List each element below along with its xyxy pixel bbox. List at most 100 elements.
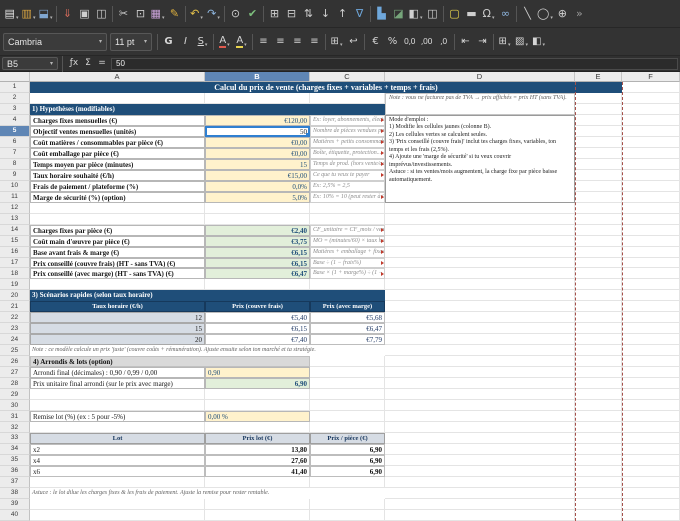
cell-D37[interactable] [385, 477, 575, 488]
row-header-4[interactable]: 4 [0, 115, 30, 126]
cell-D21[interactable] [385, 301, 575, 312]
cell-A7[interactable]: Coût emballage par pièce (€) [30, 148, 205, 159]
cell-E16[interactable] [575, 247, 622, 258]
cell-E5[interactable] [575, 126, 622, 137]
row-header-1[interactable]: 1 [0, 82, 30, 93]
cell-D19[interactable] [385, 279, 575, 290]
cell-B30[interactable] [205, 400, 310, 411]
cell-E33[interactable] [575, 433, 622, 444]
cell-D23[interactable] [385, 323, 575, 334]
cell-F11[interactable] [622, 192, 680, 203]
cell-B16[interactable]: €6,15 [205, 247, 310, 258]
cell-B31[interactable]: 0,00 % [205, 411, 310, 422]
formula-input[interactable]: 50 [111, 58, 678, 70]
column-header-B[interactable]: B [205, 72, 310, 82]
cell-F19[interactable] [622, 279, 680, 290]
sort-descending-icon[interactable]: ↑ [334, 3, 351, 25]
cell-F26[interactable] [622, 356, 680, 367]
save-icon[interactable]: ⬓▾ [37, 3, 54, 25]
function-wizard-icon[interactable]: ƒx [67, 57, 81, 70]
cell-C13[interactable] [310, 214, 385, 225]
cell-B22[interactable]: €5,40 [205, 312, 310, 323]
new-document-icon[interactable]: ▤▾ [3, 3, 20, 25]
cell-E3[interactable] [575, 104, 622, 115]
merge-cells-icon[interactable]: ⊞▾ [328, 32, 345, 52]
sort-icon[interactable]: ⇅ [300, 3, 317, 25]
cell-C30[interactable] [310, 400, 385, 411]
toolbar-overflow-icon[interactable]: » [571, 3, 588, 25]
cell-C23[interactable]: €6,47 [310, 323, 385, 334]
insert-column-icon[interactable]: ⊟ [283, 3, 300, 25]
cell-C7[interactable]: Boîte, étiquette, protection... [310, 148, 385, 159]
column-header-D[interactable]: D [385, 72, 575, 82]
row-header-5[interactable]: 5 [0, 126, 30, 137]
cell-F23[interactable] [622, 323, 680, 334]
cell-B8[interactable]: 15 [205, 159, 310, 170]
font-size-combo[interactable]: 11 pt ▾ [110, 33, 152, 51]
cell-F2[interactable] [622, 93, 680, 104]
row-header-24[interactable]: 24 [0, 334, 30, 345]
cell-A35[interactable]: x4 [30, 455, 205, 466]
insert-chart-icon[interactable]: ▙ [373, 3, 390, 25]
cell-E6[interactable] [575, 137, 622, 148]
spelling-icon[interactable]: ✔ [244, 3, 261, 25]
cell-C11[interactable]: Ex: 10% = 10 (peut rester à 0) [310, 192, 385, 203]
cell-A18[interactable]: Prix conseillé (avec marge) (HT - sans T… [30, 268, 205, 279]
cell-E17[interactable] [575, 258, 622, 269]
cell-A29[interactable] [30, 389, 205, 400]
cell-F16[interactable] [622, 247, 680, 258]
copy-icon[interactable]: ⊡ [132, 3, 149, 25]
cell-A10[interactable]: Frais de paiement / plateforme (%) [30, 181, 205, 192]
delete-decimal-icon[interactable]: ,0 [435, 32, 452, 52]
cell-C33[interactable]: Prix / pièce (€) [310, 433, 385, 444]
cell-F28[interactable] [622, 378, 680, 389]
cell-A23[interactable]: 15 [30, 323, 205, 334]
cell-B24[interactable]: €7,40 [205, 334, 310, 345]
cell-D13[interactable] [385, 214, 575, 225]
cell-F25[interactable] [622, 345, 680, 356]
cell-F3[interactable] [622, 104, 680, 115]
paste-icon[interactable]: ▦▾ [149, 3, 166, 25]
underline-icon[interactable]: S▾ [194, 32, 211, 52]
row-header-16[interactable]: 16 [0, 247, 30, 258]
cell-B40[interactable] [205, 510, 310, 521]
row-header-2[interactable]: 2 [0, 93, 30, 104]
basic-shapes-icon[interactable]: ◯▾ [536, 3, 554, 25]
cell-A17[interactable]: Prix conseillé (couvre frais) (HT - sans… [30, 258, 205, 269]
row-header-29[interactable]: 29 [0, 389, 30, 400]
cell-E4[interactable] [575, 115, 622, 126]
cell-B19[interactable] [205, 279, 310, 290]
cell-B27[interactable]: 0,90 [205, 367, 310, 378]
font-name-combo[interactable]: Cambria ▾ [3, 33, 107, 51]
row-header-20[interactable]: 20 [0, 290, 30, 301]
cell-C31[interactable] [310, 411, 385, 422]
cell-A11[interactable]: Marge de sécurité (%) (option) [30, 192, 205, 203]
insert-line-icon[interactable]: ╲ [519, 3, 536, 25]
row-header-17[interactable]: 17 [0, 258, 30, 269]
cell-D35[interactable] [385, 455, 575, 466]
cell-E15[interactable] [575, 236, 622, 247]
cell-C8[interactable]: Temps de prod. (hors vente/admin). [310, 159, 385, 170]
row-header-10[interactable]: 10 [0, 181, 30, 192]
cell-C14[interactable]: CF_unitaire = CF_mois / ventes_mois [310, 225, 385, 236]
row-header-12[interactable]: 12 [0, 203, 30, 214]
cell-A27[interactable]: Arrondi final (décimales) : 0,90 / 0,99 … [30, 367, 205, 378]
cell-B21[interactable]: Prix (couvre frais) [205, 301, 310, 312]
cell-E34[interactable] [575, 444, 622, 455]
sum-icon[interactable]: Σ [81, 57, 95, 70]
cell-E9[interactable] [575, 170, 622, 181]
cell-B17[interactable]: €6,15 [205, 258, 310, 269]
cell-C28[interactable] [310, 378, 385, 389]
cell-F29[interactable] [622, 389, 680, 400]
cell-A5[interactable]: Objectif ventes mensuelles (unités) [30, 126, 205, 137]
cell-B29[interactable] [205, 389, 310, 400]
row-header-37[interactable]: 37 [0, 477, 30, 488]
cell-B6[interactable]: €0,00 [205, 137, 310, 148]
cell-E7[interactable] [575, 148, 622, 159]
align-right-icon[interactable]: ≡ [289, 32, 306, 52]
equals-icon[interactable]: = [95, 57, 109, 70]
add-decimal-icon[interactable]: ,00 [418, 32, 435, 52]
cell-C32[interactable] [310, 422, 385, 433]
cell-A8[interactable]: Temps moyen par pièce (minutes) [30, 159, 205, 170]
cell-B15[interactable]: €3,75 [205, 236, 310, 247]
